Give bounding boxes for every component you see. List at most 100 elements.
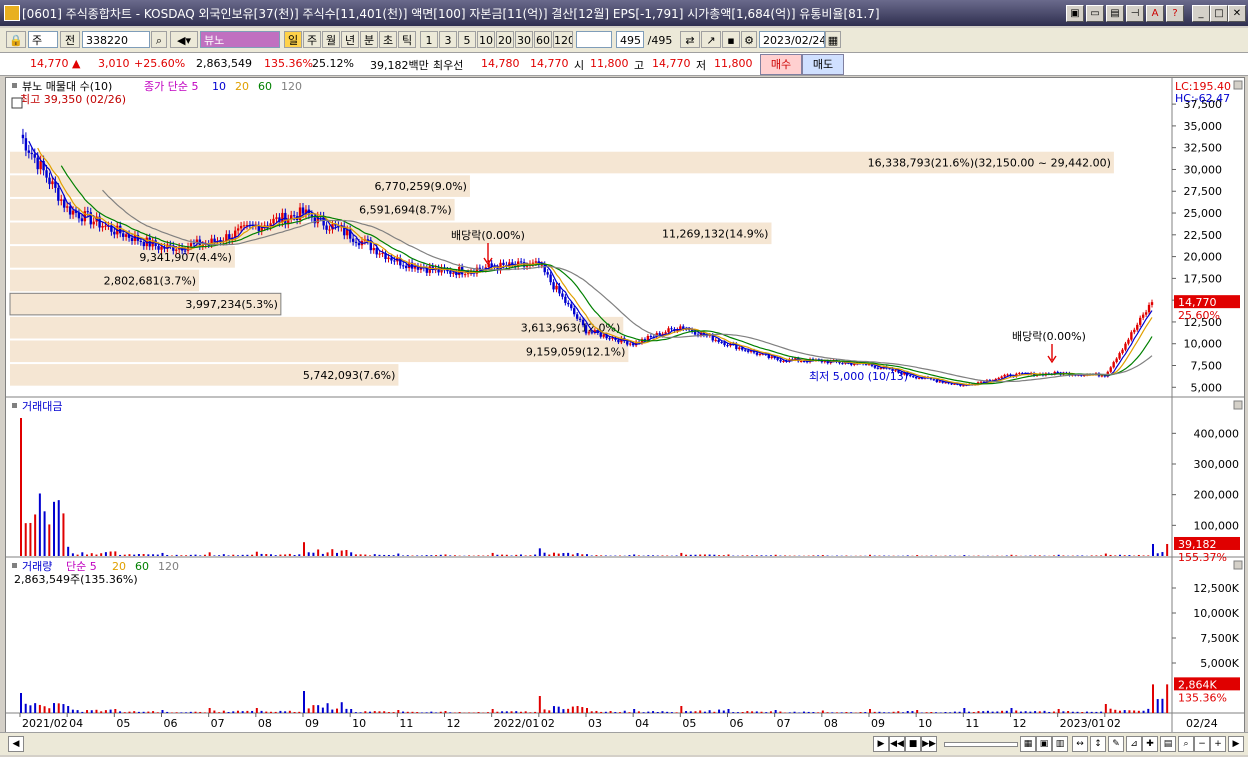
interval-1[interactable]: 1	[420, 31, 438, 48]
split-icon[interactable]: ▥	[1052, 736, 1068, 752]
bar-mark	[1114, 555, 1117, 556]
period-month[interactable]: 월	[322, 31, 340, 48]
scroll-right-icon[interactable]: ▶	[1228, 736, 1244, 752]
bar-mark	[746, 555, 749, 556]
bar-mark	[251, 554, 254, 556]
speaker-icon[interactable]: ◀▾	[170, 31, 198, 48]
help-icon[interactable]: ?	[1166, 5, 1184, 22]
custom-interval-input[interactable]	[576, 31, 612, 48]
bar-mark	[1161, 698, 1164, 713]
bar-mark	[86, 554, 89, 556]
interval-5[interactable]: 5	[458, 31, 476, 48]
bar-mark	[930, 712, 933, 713]
candle-body	[935, 379, 939, 382]
period-year[interactable]: 년	[341, 31, 359, 48]
grid-alt-icon[interactable]: ▣	[1036, 736, 1052, 752]
chart-area[interactable]: 16,338,793(21.6%)(32,150.00 ~ 29,442.00)…	[5, 77, 1245, 734]
count-input[interactable]: 495	[616, 31, 644, 48]
layers-icon[interactable]: ▤	[1160, 736, 1176, 752]
bar-mark	[199, 711, 202, 713]
stop-icon[interactable]: ■	[905, 736, 921, 752]
bar-mark	[468, 555, 471, 556]
interval-20[interactable]: 20	[496, 31, 514, 48]
compare-icon[interactable]: ⇄	[680, 31, 700, 48]
close-icon[interactable]: ✕	[1228, 5, 1246, 22]
candle-body	[770, 356, 773, 358]
tile-icon[interactable]: ▭	[1086, 5, 1104, 22]
market-select[interactable]: 주	[28, 31, 58, 48]
bar-mark	[1062, 555, 1065, 556]
bar-mark	[241, 554, 244, 556]
zoom-out-icon[interactable]: −	[1194, 736, 1210, 752]
draw-icon[interactable]: ✎	[1108, 736, 1124, 752]
zoom-in-icon[interactable]: +	[1210, 736, 1226, 752]
sell-button[interactable]: 매도	[802, 54, 844, 75]
x-tick-label: 11	[399, 717, 413, 730]
interval-10[interactable]: 10	[477, 31, 495, 48]
prefix-label: 전	[60, 31, 80, 48]
x-tick-label: 2023/01	[1060, 717, 1106, 730]
calendar-icon[interactable]: ▦	[825, 31, 841, 48]
bar-mark	[175, 712, 178, 713]
x-tick-label: 07	[777, 717, 791, 730]
bar-mark	[1156, 553, 1159, 556]
font-icon[interactable]: A	[1146, 5, 1164, 22]
interval-3[interactable]: 3	[439, 31, 457, 48]
candle-body	[578, 318, 582, 320]
minimize-icon[interactable]: _	[1192, 5, 1210, 22]
bar-mark	[1029, 711, 1032, 713]
interval-120[interactable]: 120	[553, 31, 573, 48]
scroll-left-icon[interactable]: ◀	[8, 736, 24, 752]
cross-icon[interactable]: ✚	[1142, 736, 1158, 752]
y-tick-label: 7,500K	[1200, 632, 1239, 645]
period-minute[interactable]: 분	[360, 31, 378, 48]
chart-canvas[interactable]: 16,338,793(21.6%)(32,150.00 ~ 29,442.00)…	[6, 78, 1244, 733]
forward-icon[interactable]: ▶▶	[921, 736, 937, 752]
candle-body	[802, 361, 806, 363]
arrows-v-icon[interactable]: ↕	[1090, 736, 1106, 752]
gear-icon[interactable]: ⚙	[741, 31, 757, 48]
bar-mark	[20, 693, 22, 713]
period-day[interactable]: 일	[284, 31, 302, 48]
stock-code-input[interactable]: 338220	[82, 31, 150, 48]
rewind-icon[interactable]: ◀◀	[889, 736, 905, 752]
indicator-select[interactable]: 뷰노	[200, 31, 280, 48]
bar-mark	[279, 710, 282, 713]
candle-body	[21, 134, 25, 139]
lock-icon[interactable]: 🔒	[6, 31, 26, 48]
buy-button[interactable]: 매수	[760, 54, 802, 75]
trend-icon[interactable]: ↗	[701, 31, 721, 48]
ruler-icon[interactable]: ⊿	[1126, 736, 1142, 752]
bar-mark	[274, 711, 277, 713]
grid-icon[interactable]: ▦	[1020, 736, 1036, 752]
pin-icon[interactable]: ⊣	[1126, 5, 1144, 22]
date-input[interactable]: 2023/02/24	[759, 31, 825, 48]
bar-mark	[529, 555, 532, 556]
bar-mark	[581, 707, 584, 713]
bar-mark	[81, 552, 84, 556]
period-tick[interactable]: 틱	[398, 31, 416, 48]
layout-icon[interactable]: ▤	[1106, 5, 1124, 22]
maximize-icon[interactable]: □	[1210, 5, 1228, 22]
link-icon[interactable]: ▣	[1066, 5, 1084, 22]
interval-60[interactable]: 60	[534, 31, 552, 48]
bar-mark	[1085, 711, 1088, 713]
legend-period-120: 120	[281, 80, 302, 93]
bar-mark	[1081, 555, 1084, 556]
zoom-icon[interactable]: ⌕	[1178, 736, 1194, 752]
bar-mark	[260, 553, 263, 556]
bar-mark	[284, 711, 287, 713]
interval-30[interactable]: 30	[515, 31, 533, 48]
volume-profile-label: 6,591,694(8.7%)	[359, 204, 452, 217]
bar-mark	[670, 712, 673, 713]
period-second[interactable]: 초	[379, 31, 397, 48]
zoom-slider[interactable]	[944, 742, 1018, 747]
save-icon[interactable]: ▪	[722, 31, 740, 48]
arrows-h-icon[interactable]: ↔	[1072, 736, 1088, 752]
period-week[interactable]: 주	[303, 31, 321, 48]
candle-body	[39, 161, 42, 170]
search-icon[interactable]: ⌕	[151, 31, 167, 48]
play-icon[interactable]: ▶	[873, 736, 889, 752]
bar-mark	[963, 555, 966, 556]
candle-body	[938, 381, 941, 383]
